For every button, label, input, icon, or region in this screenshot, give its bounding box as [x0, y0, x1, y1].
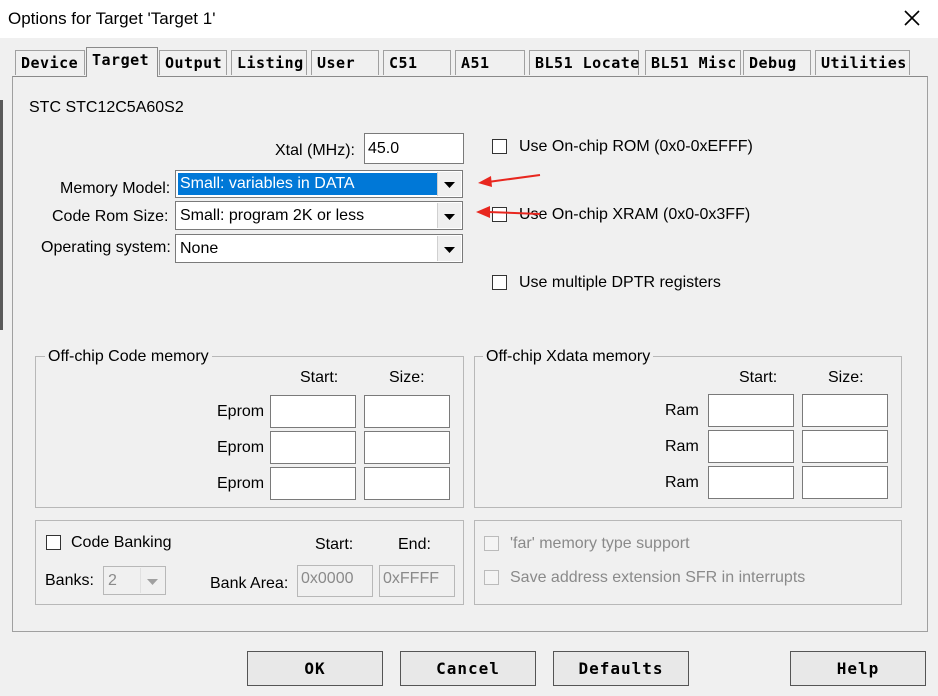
- save-sfr-checkbox[interactable]: [484, 570, 499, 585]
- tab-listing[interactable]: Listing: [231, 50, 307, 75]
- offchip-xdata-size-header: Size:: [828, 369, 864, 386]
- memory-model-value: Small: variables in DATA: [178, 173, 438, 195]
- tab-c51[interactable]: C51: [383, 50, 451, 75]
- ram-size-input[interactable]: [802, 430, 888, 463]
- ram-label: Ram: [665, 438, 699, 455]
- offchip-code-size-header: Size:: [389, 369, 425, 386]
- bank-start-header: Start:: [315, 536, 354, 553]
- offchip-code-title: Off-chip Code memory: [45, 348, 212, 366]
- xtal-input[interactable]: 45.0: [364, 133, 464, 164]
- onchip-rom-label: Use On-chip ROM (0x0-0xEFFF): [519, 138, 753, 155]
- chevron-down-icon: [444, 214, 455, 220]
- annotation-arrow-memory-model: [478, 174, 541, 187]
- far-memory-checkbox[interactable]: [484, 536, 499, 551]
- ram-label: Ram: [665, 402, 699, 419]
- bank-area-end-input[interactable]: 0xFFFF: [379, 565, 455, 597]
- code-rom-size-label: Code Rom Size:: [52, 208, 169, 225]
- ram-size-input[interactable]: [802, 394, 888, 427]
- cancel-button[interactable]: Cancel: [400, 651, 536, 686]
- tab-user[interactable]: User: [311, 50, 379, 75]
- code-rom-size-value: Small: program 2K or less: [180, 207, 365, 224]
- eprom-size-input[interactable]: [364, 431, 450, 464]
- bank-end-header: End:: [398, 536, 431, 553]
- code-rom-size-dropdown-button[interactable]: [437, 203, 461, 228]
- annotation-arrows: [476, 174, 541, 218]
- ok-button[interactable]: OK: [247, 651, 383, 686]
- eprom-start-input[interactable]: [270, 431, 356, 464]
- operating-system-dropdown-button[interactable]: [437, 236, 461, 261]
- far-memory-label: 'far' memory type support: [510, 535, 690, 552]
- multiple-dptr-checkbox[interactable]: [492, 275, 507, 290]
- onchip-rom-checkbox[interactable]: [492, 139, 507, 154]
- tab-a51[interactable]: A51: [455, 50, 525, 75]
- xtal-label: Xtal (MHz):: [275, 142, 355, 159]
- offchip-code-start-header: Start:: [300, 369, 339, 386]
- annotation-arrow-code-rom-size: [476, 206, 541, 218]
- onchip-xram-label: Use On-chip XRAM (0x0-0x3FF): [519, 206, 751, 223]
- device-name: STC STC12C5A60S2: [29, 99, 184, 116]
- eprom-start-input[interactable]: [270, 467, 356, 500]
- ram-label: Ram: [665, 474, 699, 491]
- tab-bl51-misc[interactable]: BL51 Misc: [645, 50, 741, 75]
- tab-target[interactable]: Target: [86, 47, 158, 77]
- save-sfr-label: Save address extension SFR in interrupts: [510, 569, 806, 586]
- banks-label: Banks:: [45, 572, 94, 589]
- banks-dropdown-button[interactable]: [140, 568, 164, 593]
- chevron-down-icon: [444, 182, 455, 188]
- tab-output[interactable]: Output: [159, 50, 227, 75]
- multiple-dptr-label: Use multiple DPTR registers: [519, 274, 721, 291]
- chevron-down-icon: [147, 579, 158, 585]
- memory-model-select[interactable]: Small: variables in DATA: [175, 170, 463, 198]
- tab-utilities[interactable]: Utilities: [815, 50, 910, 75]
- ram-start-input[interactable]: [708, 466, 794, 499]
- code-banking-label: Code Banking: [71, 534, 172, 551]
- eprom-size-input[interactable]: [364, 395, 450, 428]
- offchip-xdata-start-header: Start:: [739, 369, 778, 386]
- operating-system-select[interactable]: None: [175, 234, 463, 263]
- eprom-start-input[interactable]: [270, 395, 356, 428]
- banks-select[interactable]: 2: [103, 566, 166, 595]
- code-banking-checkbox[interactable]: [46, 535, 61, 550]
- tab-device[interactable]: Device: [15, 50, 85, 75]
- banks-value: 2: [108, 572, 117, 589]
- operating-system-value: None: [180, 240, 219, 257]
- bank-area-label: Bank Area:: [210, 575, 289, 592]
- eprom-label: Eprom: [217, 439, 265, 456]
- chevron-down-icon: [444, 247, 455, 253]
- left-edge-strip: [0, 100, 3, 330]
- offchip-xdata-title: Off-chip Xdata memory: [483, 348, 654, 366]
- tab-bl51-locate[interactable]: BL51 Locate: [529, 50, 639, 75]
- help-button[interactable]: Help: [790, 651, 926, 686]
- bank-area-start-input[interactable]: 0x0000: [297, 565, 373, 597]
- code-rom-size-select[interactable]: Small: program 2K or less: [175, 201, 463, 230]
- ram-size-input[interactable]: [802, 466, 888, 499]
- eprom-label: Eprom: [217, 475, 265, 492]
- memory-model-dropdown-button[interactable]: [437, 172, 461, 196]
- memory-model-label: Memory Model:: [60, 180, 171, 197]
- eprom-label: Eprom: [217, 403, 265, 420]
- window-title: Options for Target 'Target 1': [8, 9, 216, 28]
- tab-debug[interactable]: Debug: [743, 50, 811, 75]
- far-memory-group: [474, 520, 902, 605]
- ram-start-input[interactable]: [708, 430, 794, 463]
- operating-system-label: Operating system:: [41, 239, 171, 256]
- defaults-button[interactable]: Defaults: [553, 651, 689, 686]
- eprom-size-input[interactable]: [364, 467, 450, 500]
- close-icon[interactable]: [900, 6, 924, 30]
- ram-start-input[interactable]: [708, 394, 794, 427]
